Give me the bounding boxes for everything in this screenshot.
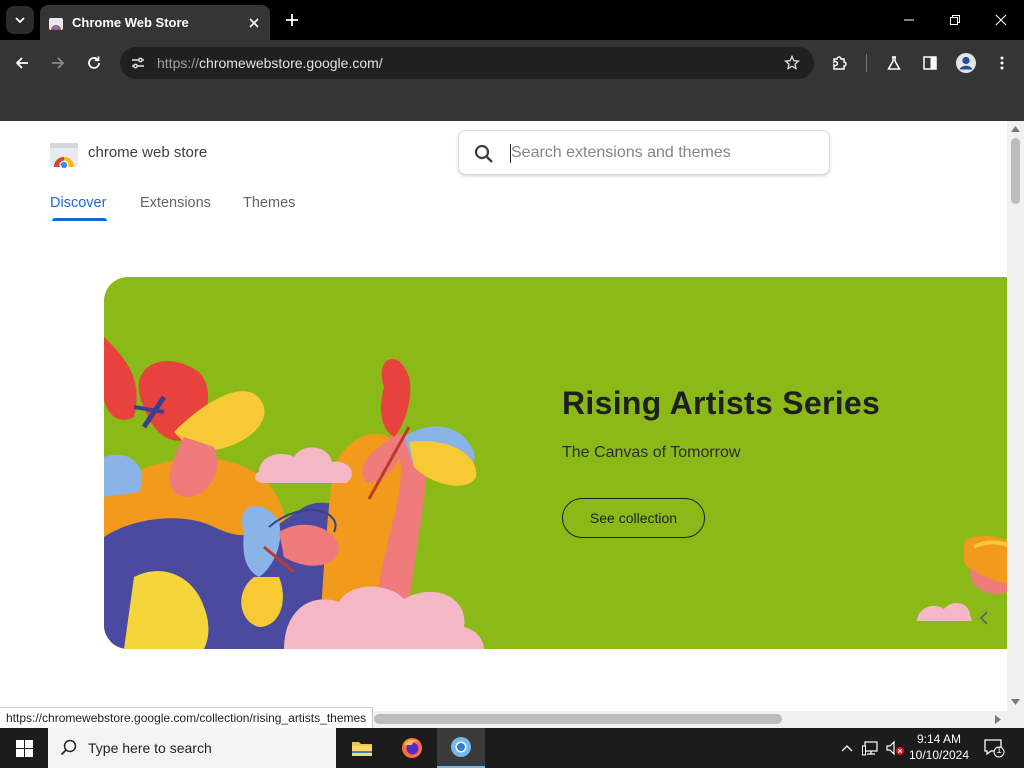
browser-toolbar: https://chromewebstore.google.com/ [0,40,1024,86]
address-bar[interactable]: https://chromewebstore.google.com/ [120,47,814,79]
labs-button[interactable] [880,49,908,77]
link-status-bar: https://chromewebstore.google.com/collec… [0,707,374,729]
tab-close-icon[interactable] [244,13,264,33]
restore-button[interactable] [932,0,978,40]
windows-taskbar: Type here to search 9:14 AM 10/10/2024 1 [0,728,1024,768]
plus-icon [286,14,298,26]
profile-button[interactable] [952,49,980,77]
taskbar-chrome[interactable] [437,728,485,768]
chrome-web-store-logo[interactable] [49,140,79,168]
vertical-scrollbar[interactable] [1007,121,1024,711]
taskbar-file-explorer[interactable] [338,728,386,768]
vertical-scroll-thumb[interactable] [1011,138,1020,204]
forward-arrow-icon [52,57,65,69]
hero-subtitle: The Canvas of Tomorrow [562,444,741,461]
horizontal-scroll-thumb[interactable] [374,714,782,724]
back-button[interactable] [8,49,36,77]
search-input[interactable] [511,140,811,166]
url-text: https://chromewebstore.google.com/ [157,55,383,71]
taskbar-search-placeholder: Type here to search [88,740,212,756]
bookmark-star-icon[interactable] [780,51,804,75]
reload-icon [88,56,100,69]
tab-title: Chrome Web Store [72,15,189,30]
network-icon [862,741,878,756]
chevron-down-icon [15,17,25,24]
minimize-icon [904,19,914,21]
carousel-prev-button[interactable] [974,607,994,629]
scroll-right-arrow-icon[interactable] [995,715,1001,724]
browser-tab[interactable]: Chrome Web Store [40,5,270,40]
scrollbar-corner [1007,711,1024,728]
hero-banner[interactable]: Rising Artists Series The Canvas of Tomo… [104,277,1007,649]
minimize-button[interactable] [886,0,932,40]
firefox-icon [402,738,422,758]
see-collection-button[interactable]: See collection [562,498,705,538]
restore-icon [950,15,960,25]
notification-center-button[interactable]: 1 [980,728,1008,768]
clock-date: 10/10/2024 [908,748,970,762]
chevron-left-icon [979,611,988,625]
close-icon [995,14,1007,26]
scroll-up-arrow-icon[interactable] [1011,126,1020,132]
reload-button[interactable] [80,49,108,77]
notification-count: 1 [996,745,1002,755]
start-button[interactable] [0,728,48,768]
tab-search-button[interactable] [6,6,34,34]
windows-logo-icon [15,739,33,757]
butterfly-illustration [104,337,1007,649]
search-icon [60,739,77,756]
tray-overflow-button[interactable] [838,728,856,768]
active-tab-indicator [52,218,107,221]
tab-extensions[interactable]: Extensions [140,195,211,211]
toolbar-divider [866,54,867,72]
store-search-box[interactable] [458,130,830,175]
scroll-down-arrow-icon[interactable] [1011,699,1020,705]
avatar-icon [956,53,976,73]
tab-themes[interactable]: Themes [243,195,295,211]
tab-discover[interactable]: Discover [50,195,106,211]
taskbar-firefox[interactable] [388,728,436,768]
chrome-icon [451,737,471,757]
clock-time: 9:14 AM [916,732,962,746]
taskbar-clock[interactable]: 9:14 AM 10/10/2024 [902,731,976,763]
new-tab-button[interactable] [280,8,304,32]
web-page: chrome web store Discover Extensions The… [0,121,1007,711]
back-arrow-icon [15,57,28,69]
site-info-icon[interactable] [126,51,150,75]
title-bar: Chrome Web Store [0,0,1024,40]
side-panel-icon [923,56,937,70]
folder-icon [352,742,372,756]
extensions-button[interactable] [826,49,854,77]
forward-button[interactable] [44,49,72,77]
store-brand-name[interactable]: chrome web store [88,144,207,161]
puzzle-icon [833,56,847,70]
taskbar-search-box[interactable]: Type here to search [48,728,336,768]
text-caret [510,144,511,163]
search-icon [474,144,493,163]
chrome-web-store-favicon [49,17,63,30]
bookmark-bar [0,86,1024,121]
browser-menu-button[interactable] [988,49,1016,77]
side-panel-button[interactable] [916,49,944,77]
hero-title: Rising Artists Series [562,385,881,421]
close-window-button[interactable] [978,0,1024,40]
horizontal-scrollbar[interactable] [370,711,1007,728]
chevron-up-icon [841,745,853,752]
network-tray-button[interactable] [860,728,882,768]
flask-icon [887,56,901,70]
more-vert-icon [1000,56,1004,70]
